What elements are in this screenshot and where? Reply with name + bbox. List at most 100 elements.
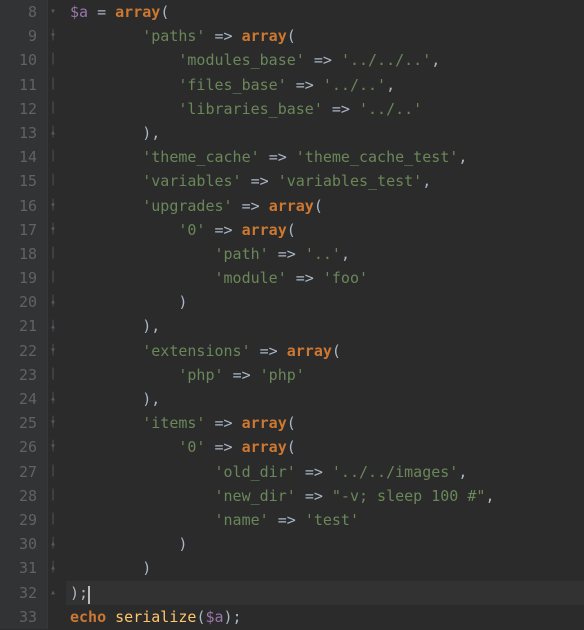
- code-text[interactable]: echo serialize($a);: [66, 605, 242, 629]
- code-text[interactable]: ),: [66, 387, 160, 411]
- fold-gutter[interactable]: │▾: [48, 435, 66, 459]
- fold-close-icon[interactable]: ▴: [50, 297, 56, 307]
- fold-gutter[interactable]: ││: [48, 484, 66, 508]
- code-line[interactable]: 18││ 'path' => '..',: [0, 242, 584, 266]
- code-text[interactable]: ): [66, 556, 151, 580]
- code-text[interactable]: 'name' => 'test': [66, 508, 359, 532]
- fold-open-icon[interactable]: ▾: [50, 201, 56, 211]
- fold-bar-icon: │: [50, 515, 56, 525]
- fold-gutter[interactable]: │: [48, 145, 66, 169]
- fold-gutter[interactable]: │▾: [48, 218, 66, 242]
- fold-gutter[interactable]: ││: [48, 508, 66, 532]
- fold-close-icon[interactable]: ▴: [50, 588, 56, 598]
- code-text[interactable]: );: [66, 581, 90, 605]
- fold-gutter[interactable]: ││: [48, 73, 66, 97]
- fold-gutter[interactable]: ││: [48, 460, 66, 484]
- code-text[interactable]: 'old_dir' => '../../images',: [66, 460, 467, 484]
- code-line[interactable]: 26│▾ '0' => array(: [0, 435, 584, 459]
- code-line[interactable]: 22│▾ 'extensions' => array(: [0, 339, 584, 363]
- fold-gutter[interactable]: ││: [48, 48, 66, 72]
- code-text[interactable]: '0' => array(: [66, 218, 296, 242]
- code-line[interactable]: 20│▴ ): [0, 290, 584, 314]
- code-text[interactable]: 'upgrades' => array(: [66, 194, 323, 218]
- fold-gutter[interactable]: ││: [48, 266, 66, 290]
- fold-gutter[interactable]: ││: [48, 363, 66, 387]
- code-text[interactable]: 'items' => array(: [66, 411, 296, 435]
- fold-close-icon[interactable]: ▴: [50, 128, 56, 138]
- code-line[interactable]: 24│▴ ),: [0, 387, 584, 411]
- code-text[interactable]: 'paths' => array(: [66, 24, 296, 48]
- code-line[interactable]: 8▾ $a = array(: [0, 0, 584, 24]
- code-text[interactable]: 'module' => 'foo': [66, 266, 368, 290]
- fold-open-icon[interactable]: ▾: [50, 225, 56, 235]
- fold-gutter[interactable]: │▾: [48, 411, 66, 435]
- fold-open-icon[interactable]: ▾: [50, 346, 56, 356]
- line-number: 16: [0, 194, 48, 218]
- code-text[interactable]: ): [66, 532, 187, 556]
- line-number: 30: [0, 532, 48, 556]
- fold-bar-icon: │: [50, 249, 56, 259]
- code-line[interactable]: 25│▾ 'items' => array(: [0, 411, 584, 435]
- code-line[interactable]: 28││ 'new_dir' => "-v; sleep 100 #",: [0, 484, 584, 508]
- code-line[interactable]: 19││ 'module' => 'foo': [0, 266, 584, 290]
- code-editor[interactable]: 8▾$a = array(9│▾ 'paths' => array(10││ '…: [0, 0, 584, 630]
- fold-gutter[interactable]: │▾: [48, 194, 66, 218]
- fold-gutter[interactable]: │▴: [48, 387, 66, 411]
- fold-close-icon[interactable]: ▴: [50, 563, 56, 573]
- code-line[interactable]: 30│▴ ): [0, 532, 584, 556]
- code-line[interactable]: 9│▾ 'paths' => array(: [0, 24, 584, 48]
- fold-gutter[interactable]: │▴: [48, 290, 66, 314]
- fold-gutter[interactable]: ││: [48, 97, 66, 121]
- code-line[interactable]: 16│▾ 'upgrades' => array(: [0, 194, 584, 218]
- line-number: 8: [0, 0, 48, 24]
- fold-open-icon[interactable]: ▾: [50, 7, 56, 17]
- code-text[interactable]: 'php' => 'php': [66, 363, 305, 387]
- code-line[interactable]: 21│▴ ),: [0, 314, 584, 338]
- fold-gutter[interactable]: │▴: [48, 556, 66, 580]
- fold-gutter[interactable]: │▴: [48, 314, 66, 338]
- fold-close-icon[interactable]: ▴: [50, 322, 56, 332]
- fold-gutter[interactable]: │▾: [48, 339, 66, 363]
- fold-gutter[interactable]: │▴: [48, 121, 66, 145]
- code-text[interactable]: ),: [66, 314, 160, 338]
- code-text[interactable]: 'modules_base' => '../../..',: [66, 48, 440, 72]
- code-line[interactable]: 31│▴ ): [0, 556, 584, 580]
- code-text[interactable]: 'extensions' => array(: [66, 339, 341, 363]
- code-text[interactable]: 'libraries_base' => '../..': [66, 97, 422, 121]
- fold-gutter[interactable]: │▴: [48, 532, 66, 556]
- fold-gutter[interactable]: [48, 605, 66, 629]
- code-text[interactable]: 'path' => '..',: [66, 242, 350, 266]
- fold-close-icon[interactable]: ▴: [50, 539, 56, 549]
- fold-gutter[interactable]: │▾: [48, 24, 66, 48]
- code-text[interactable]: ),: [66, 121, 160, 145]
- code-text[interactable]: '0' => array(: [66, 435, 296, 459]
- line-number: 21: [0, 314, 48, 338]
- fold-gutter[interactable]: ▴: [48, 581, 66, 605]
- code-line[interactable]: 27││ 'old_dir' => '../../images',: [0, 460, 584, 484]
- fold-open-icon[interactable]: ▾: [50, 31, 56, 41]
- code-text[interactable]: $a = array(: [66, 0, 169, 24]
- code-line[interactable]: 10││ 'modules_base' => '../../..',: [0, 48, 584, 72]
- code-line[interactable]: 14│ 'theme_cache' => 'theme_cache_test',: [0, 145, 584, 169]
- code-text[interactable]: ): [66, 290, 187, 314]
- code-line[interactable]: 17│▾ '0' => array(: [0, 218, 584, 242]
- code-line[interactable]: 32▴);: [0, 581, 584, 605]
- fold-open-icon[interactable]: ▾: [50, 442, 56, 452]
- fold-gutter[interactable]: ▾: [48, 0, 66, 24]
- fold-close-icon[interactable]: ▴: [50, 394, 56, 404]
- code-line[interactable]: 15│ 'variables' => 'variables_test',: [0, 169, 584, 193]
- code-line[interactable]: 13│▴ ),: [0, 121, 584, 145]
- fold-open-icon[interactable]: ▾: [50, 418, 56, 428]
- code-line[interactable]: 11││ 'files_base' => '../..',: [0, 73, 584, 97]
- fold-gutter[interactable]: │: [48, 169, 66, 193]
- code-line[interactable]: 29││ 'name' => 'test': [0, 508, 584, 532]
- code-line[interactable]: 33echo serialize($a);: [0, 605, 584, 629]
- code-text[interactable]: 'theme_cache' => 'theme_cache_test',: [66, 145, 467, 169]
- code-text[interactable]: 'files_base' => '../..',: [66, 73, 395, 97]
- fold-gutter[interactable]: ││: [48, 242, 66, 266]
- fold-bar-icon: │: [50, 80, 56, 90]
- code-line[interactable]: 12││ 'libraries_base' => '../..': [0, 97, 584, 121]
- code-text[interactable]: 'variables' => 'variables_test',: [66, 169, 431, 193]
- code-line[interactable]: 23││ 'php' => 'php': [0, 363, 584, 387]
- code-text[interactable]: 'new_dir' => "-v; sleep 100 #",: [66, 484, 494, 508]
